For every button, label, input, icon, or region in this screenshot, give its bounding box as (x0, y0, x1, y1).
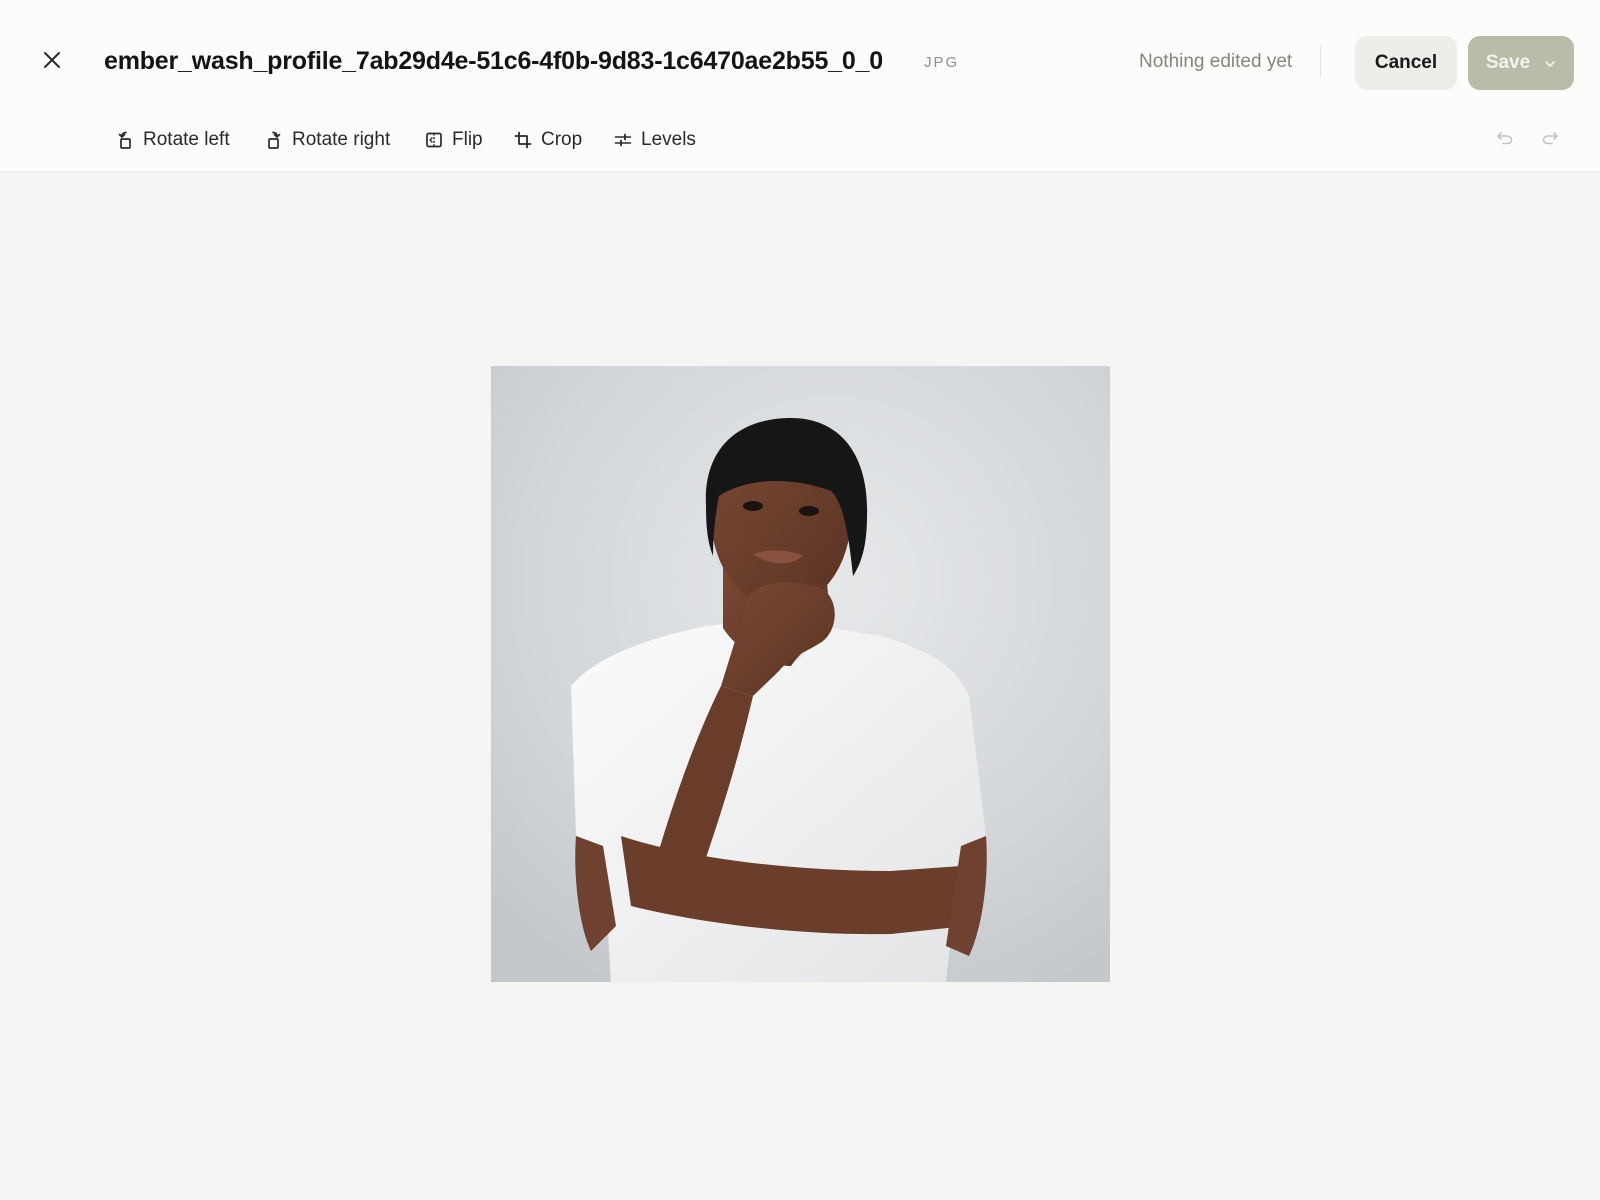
sliders-icon (614, 131, 632, 149)
levels-label: Levels (641, 129, 696, 150)
portrait-illustration (491, 366, 1110, 982)
flip-label: Flip (452, 129, 483, 150)
rotate-left-button[interactable]: Rotate left (116, 121, 230, 159)
rotate-left-label: Rotate left (143, 129, 230, 150)
edit-status-text: Nothing edited yet (1139, 51, 1293, 72)
editor-canvas (0, 173, 1600, 1200)
close-button[interactable] (34, 44, 70, 80)
redo-button[interactable] (1538, 128, 1562, 152)
rotate-right-button[interactable]: Rotate right (265, 121, 390, 159)
crop-button[interactable]: Crop (514, 121, 582, 159)
save-button[interactable]: Save (1468, 36, 1574, 90)
rotate-left-icon (116, 130, 134, 150)
image-editor: ember_wash_profile_7ab29d4e-51c6-4f0b-9d… (0, 0, 1600, 1200)
crop-icon (514, 131, 532, 149)
flip-button[interactable]: Flip (425, 121, 483, 159)
title-bar: ember_wash_profile_7ab29d4e-51c6-4f0b-9d… (0, 36, 1600, 90)
chevron-down-icon (1544, 52, 1556, 74)
header-divider (1320, 46, 1321, 78)
rotate-right-icon (265, 130, 283, 150)
redo-icon (1541, 130, 1559, 151)
rotate-right-label: Rotate right (292, 129, 391, 150)
editor-header: ember_wash_profile_7ab29d4e-51c6-4f0b-9d… (0, 0, 1600, 172)
cancel-button-label: Cancel (1374, 52, 1438, 73)
file-name: ember_wash_profile_7ab29d4e-51c6-4f0b-9d… (104, 47, 883, 75)
edit-toolbar: Rotate left Rotate right Flip Crop Level… (0, 121, 1600, 159)
undo-icon (1496, 130, 1514, 151)
flip-icon (425, 131, 443, 149)
undo-button[interactable] (1493, 128, 1517, 152)
levels-button[interactable]: Levels (614, 121, 696, 159)
file-type-badge: JPG (924, 54, 960, 71)
image-preview (491, 366, 1110, 982)
cancel-button[interactable]: Cancel (1355, 36, 1457, 90)
close-icon (43, 51, 61, 74)
crop-label: Crop (541, 129, 583, 150)
save-button-label: Save (1485, 52, 1531, 73)
